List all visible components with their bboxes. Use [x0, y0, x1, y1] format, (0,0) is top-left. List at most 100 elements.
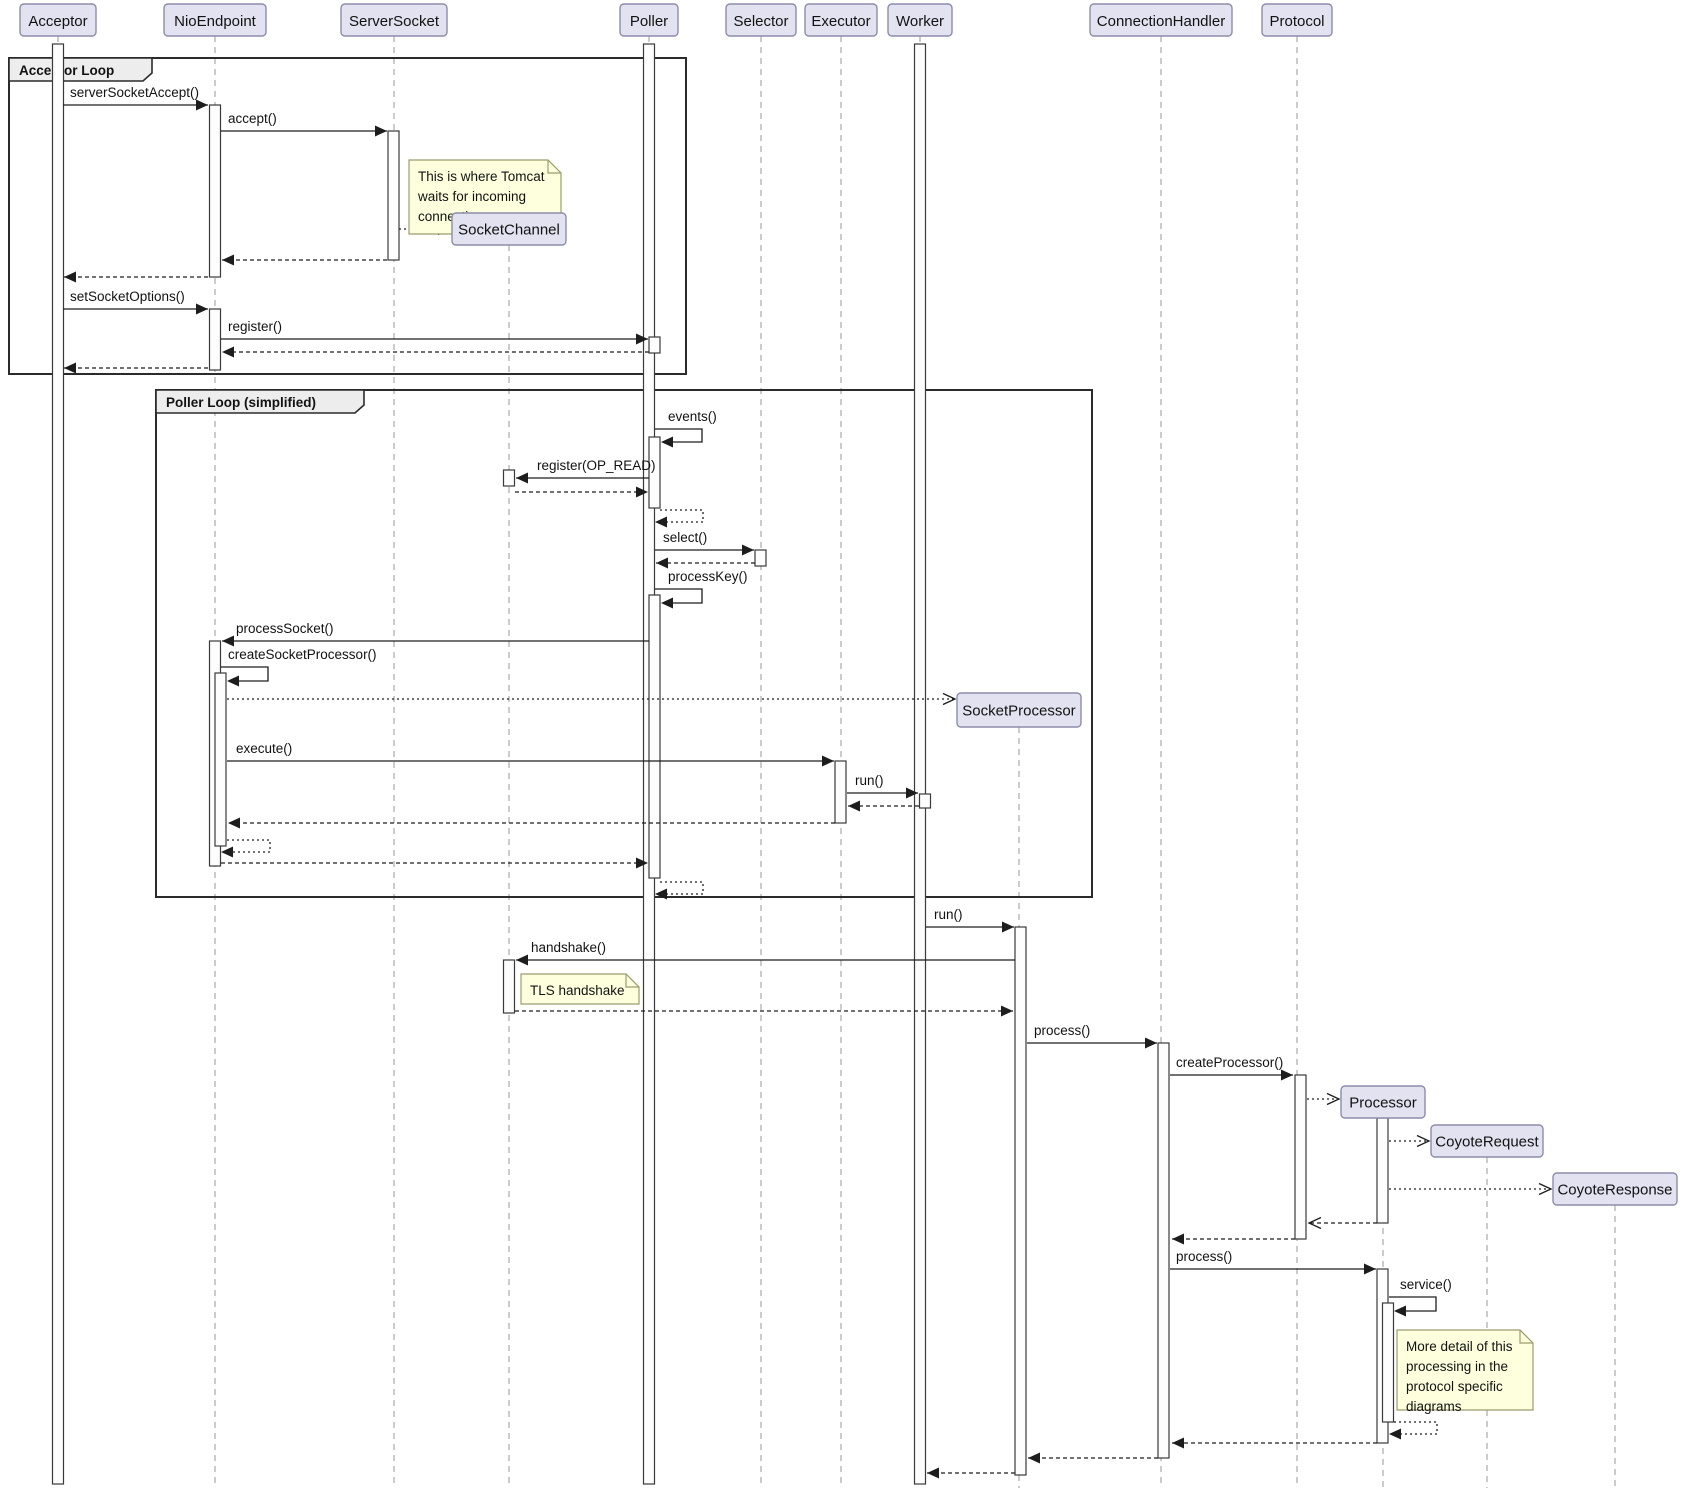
message-label: service(): [1400, 1277, 1452, 1292]
activation-bar: [649, 337, 660, 353]
message-label: accept(): [228, 111, 277, 126]
activation-bar: [210, 105, 221, 277]
arrowhead: [222, 255, 234, 266]
message-label: setSocketOptions(): [70, 289, 185, 304]
arrowhead: [1172, 1438, 1184, 1449]
arrowhead: [222, 636, 234, 647]
participant-coyoterequest: CoyoteRequest: [1431, 1125, 1543, 1157]
participant-executor: Executor: [805, 4, 877, 36]
sequence-diagram: Acceptor LoopPoller Loop (simplified)ser…: [0, 0, 1682, 1495]
message-label: createSocketProcessor(): [228, 647, 377, 662]
activation-bar: [215, 673, 226, 846]
activation-bar: [649, 595, 660, 878]
note-text: More detail of this: [1406, 1339, 1513, 1354]
activation-bar: [210, 309, 221, 370]
note-text: This is where Tomcat: [418, 169, 545, 184]
participant-coyoteresponse: CoyoteResponse: [1553, 1173, 1677, 1205]
message-label: run(): [934, 907, 963, 922]
arrowhead-open: [1417, 1136, 1429, 1147]
activation-bar: [920, 794, 931, 808]
message-label: processKey(): [668, 569, 748, 584]
participant-label: Processor: [1349, 1095, 1417, 1112]
arrowhead: [661, 598, 673, 609]
arrowhead: [1394, 1306, 1406, 1317]
message-label: process(): [1034, 1023, 1090, 1038]
message-return: [848, 801, 919, 812]
arrowhead: [516, 955, 528, 966]
note-text: TLS handshake: [530, 983, 625, 998]
message-label: run(): [855, 773, 884, 788]
participant-label: Executor: [811, 13, 870, 30]
activation-bar: [1377, 1118, 1388, 1223]
participant-label: SocketProcessor: [962, 703, 1075, 720]
note-text: waits for incoming: [417, 189, 526, 204]
participant-poller: Poller: [620, 4, 678, 36]
message-label: process(): [1176, 1249, 1232, 1264]
arrowhead: [375, 126, 387, 137]
arrowhead: [1281, 1070, 1293, 1081]
message-return: [228, 818, 835, 829]
message-line: [655, 589, 702, 603]
note-text: diagrams: [1406, 1399, 1462, 1414]
arrowhead: [927, 1468, 939, 1479]
message-run: run(): [926, 907, 1014, 933]
message-createprocessor: createProcessor(): [1170, 1055, 1293, 1081]
message-return: [222, 255, 387, 266]
participant-label: Worker: [896, 13, 944, 30]
activation-bar: [1295, 1075, 1306, 1239]
message-return: [1028, 1453, 1158, 1464]
message-return: [1172, 1438, 1377, 1449]
participant-protocol: Protocol: [1262, 4, 1332, 36]
message-processkey: processKey(): [655, 569, 748, 609]
participant-connectionhandler: ConnectionHandler: [1090, 4, 1232, 36]
arrowhead: [1002, 922, 1014, 933]
participant-label: ServerSocket: [349, 13, 440, 30]
message-register-op-read: register(OP_READ): [516, 458, 656, 484]
participant-label: CoyoteResponse: [1557, 1182, 1672, 1199]
participant-label: Protocol: [1269, 13, 1324, 30]
arrowhead: [1172, 1234, 1184, 1245]
participant-label: NioEndpoint: [174, 13, 257, 30]
note: More detail of thisprocessing in theprot…: [1397, 1330, 1533, 1414]
message-label: register(): [228, 319, 282, 334]
arrowhead: [655, 517, 667, 528]
participant-serversocket: ServerSocket: [341, 4, 447, 36]
message-return: [1309, 1218, 1377, 1229]
activation-bar: [1015, 927, 1026, 1475]
participant-label: SocketChannel: [458, 222, 560, 239]
arrowhead: [64, 272, 76, 283]
message-service: service(): [1389, 1277, 1452, 1317]
message-return: [64, 363, 208, 374]
message-process: process(): [1027, 1023, 1157, 1049]
participant-socketchannel: SocketChannel: [452, 213, 566, 245]
arrowhead: [196, 100, 208, 111]
message-create: [1307, 1094, 1339, 1105]
participant-label: CoyoteRequest: [1435, 1134, 1539, 1151]
message-select: select(): [655, 530, 754, 556]
participant-label: Selector: [733, 13, 788, 30]
activation-bar: [1383, 1303, 1394, 1422]
activation-bar: [504, 960, 515, 1013]
arrowhead: [742, 545, 754, 556]
arrowhead: [822, 756, 834, 767]
message-accept: accept(): [221, 111, 387, 137]
message-label: register(OP_READ): [537, 458, 656, 473]
message-serversocketaccept: serverSocketAccept(): [63, 85, 208, 111]
participant-label: Acceptor: [28, 13, 87, 30]
note-text: processing in the: [1406, 1359, 1508, 1374]
message-return: [515, 487, 648, 498]
message-return: [64, 272, 208, 283]
participant-selector: Selector: [726, 4, 796, 36]
arrowhead: [1364, 1264, 1376, 1275]
message-create: [1389, 1136, 1429, 1147]
participant-worker: Worker: [888, 4, 952, 36]
message-line: [1389, 1297, 1436, 1311]
note: TLS handshake: [521, 974, 639, 1004]
message-return: [927, 1468, 1015, 1479]
message-line: [655, 429, 702, 442]
message-selfreturn: [221, 840, 270, 858]
arrowhead: [1145, 1038, 1157, 1049]
message-selfreturn: [1389, 1422, 1437, 1440]
message-line: [221, 667, 268, 681]
message-label: execute(): [236, 741, 292, 756]
